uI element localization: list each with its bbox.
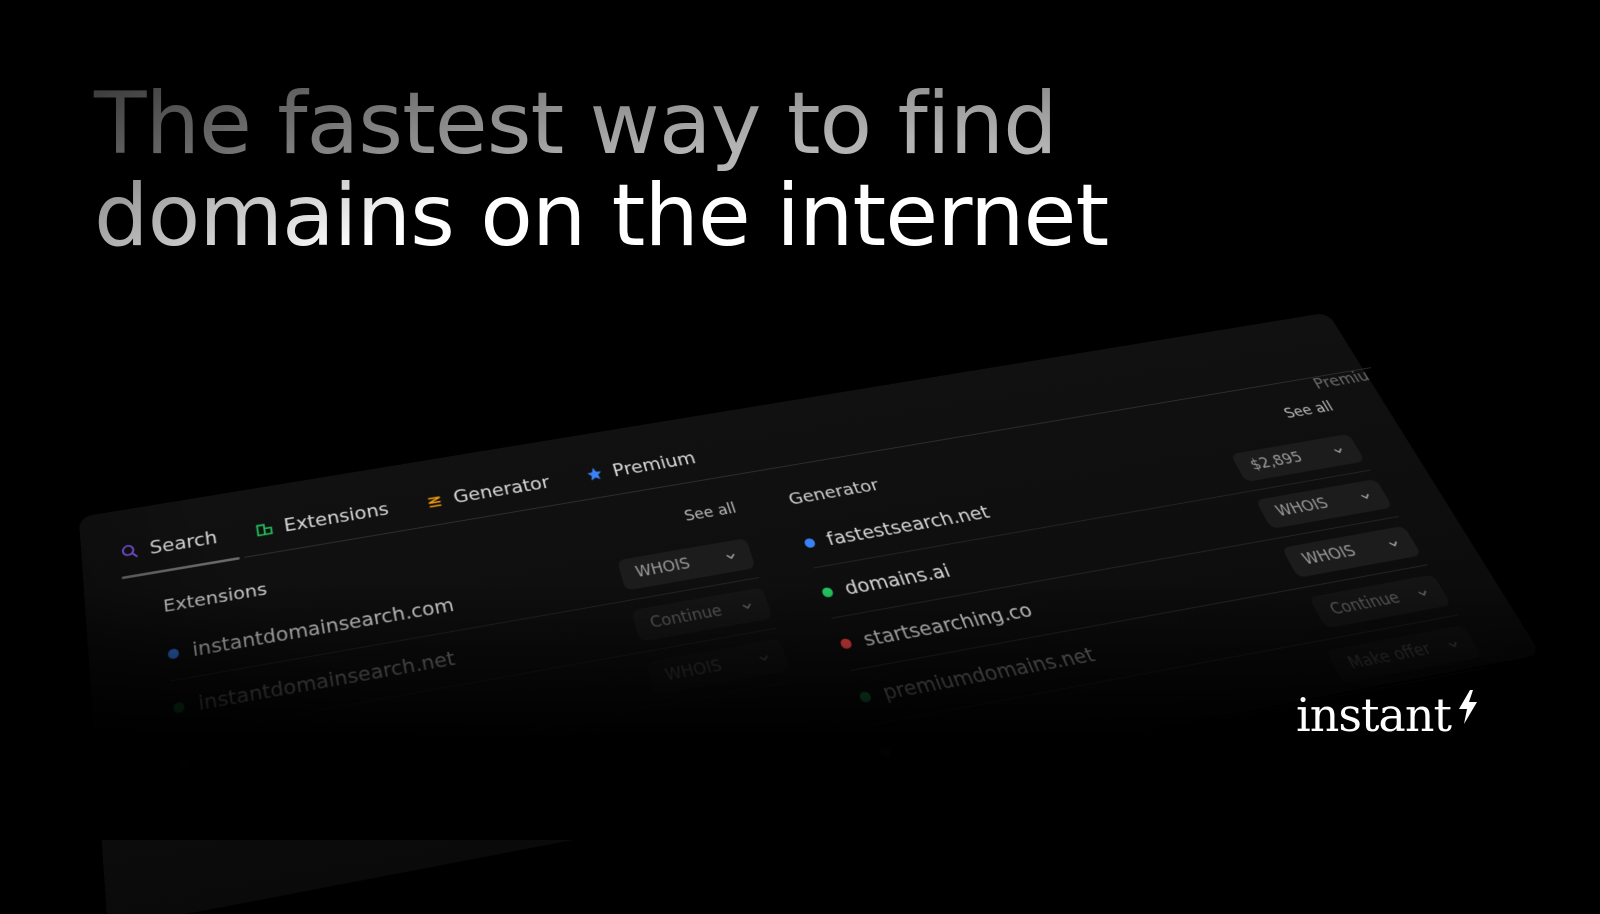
extensions-icon: [253, 519, 276, 540]
search-icon: [119, 541, 141, 563]
tab-extensions[interactable]: Extensions: [253, 499, 390, 541]
chevron-down-icon: [1415, 587, 1432, 599]
premium-section-title: Premiu: [1310, 368, 1373, 393]
premium-icon: [582, 464, 606, 484]
action-label: WHOIS: [663, 657, 724, 685]
tab-search-label: Search: [149, 527, 219, 558]
chevron-down-icon: [724, 550, 738, 562]
action-label: WHOIS: [1299, 543, 1359, 569]
status-dot: [858, 691, 872, 703]
action-label: WHOIS: [634, 555, 693, 581]
tab-search[interactable]: Search: [119, 527, 219, 563]
chevron-down-icon: [757, 652, 772, 665]
tab-extensions-label: Extensions: [282, 499, 390, 536]
action-label: Make offer: [1345, 640, 1436, 673]
section-title: Extensions: [162, 578, 268, 616]
tab-premium[interactable]: Premium: [582, 448, 698, 485]
action-label: Continue: [1327, 589, 1404, 619]
chevron-down-icon: [1445, 638, 1462, 651]
tab-generator[interactable]: Generator: [423, 472, 552, 512]
chevron-down-icon: [1331, 445, 1346, 456]
app-window: Search Extensions Generator Premium Exte…: [79, 312, 1541, 914]
tab-generator-label: Generator: [452, 472, 552, 507]
status-dot: [878, 746, 892, 759]
action-label: $2,895: [1247, 449, 1306, 473]
action-label: WHOIS: [1273, 495, 1332, 520]
generator-icon: [423, 491, 447, 512]
tab-premium-label: Premium: [610, 448, 698, 480]
instant-logo: instant: [1296, 688, 1481, 742]
status-dot: [839, 637, 853, 649]
action-label: Continue: [648, 602, 724, 632]
domain-name: domains.ai: [842, 560, 954, 599]
status-dot: [173, 701, 185, 713]
status-dot: [168, 648, 180, 660]
chevron-down-icon: [740, 600, 754, 612]
see-all-link[interactable]: See all: [682, 500, 738, 525]
active-tab-indicator: [122, 557, 240, 579]
status-dot: [821, 586, 834, 597]
logo-wordmark: instant: [1296, 688, 1451, 742]
section-title: Generator: [785, 475, 881, 509]
status-dot: [803, 537, 816, 548]
lightning-icon: [1455, 690, 1481, 724]
see-all-link[interactable]: See all: [1281, 399, 1336, 422]
chevron-down-icon: [1358, 491, 1374, 502]
extensions-section: Extensions See all instantdomainsearch.c…: [162, 499, 794, 794]
chevron-down-icon: [1386, 538, 1402, 550]
status-dot: [179, 757, 191, 770]
